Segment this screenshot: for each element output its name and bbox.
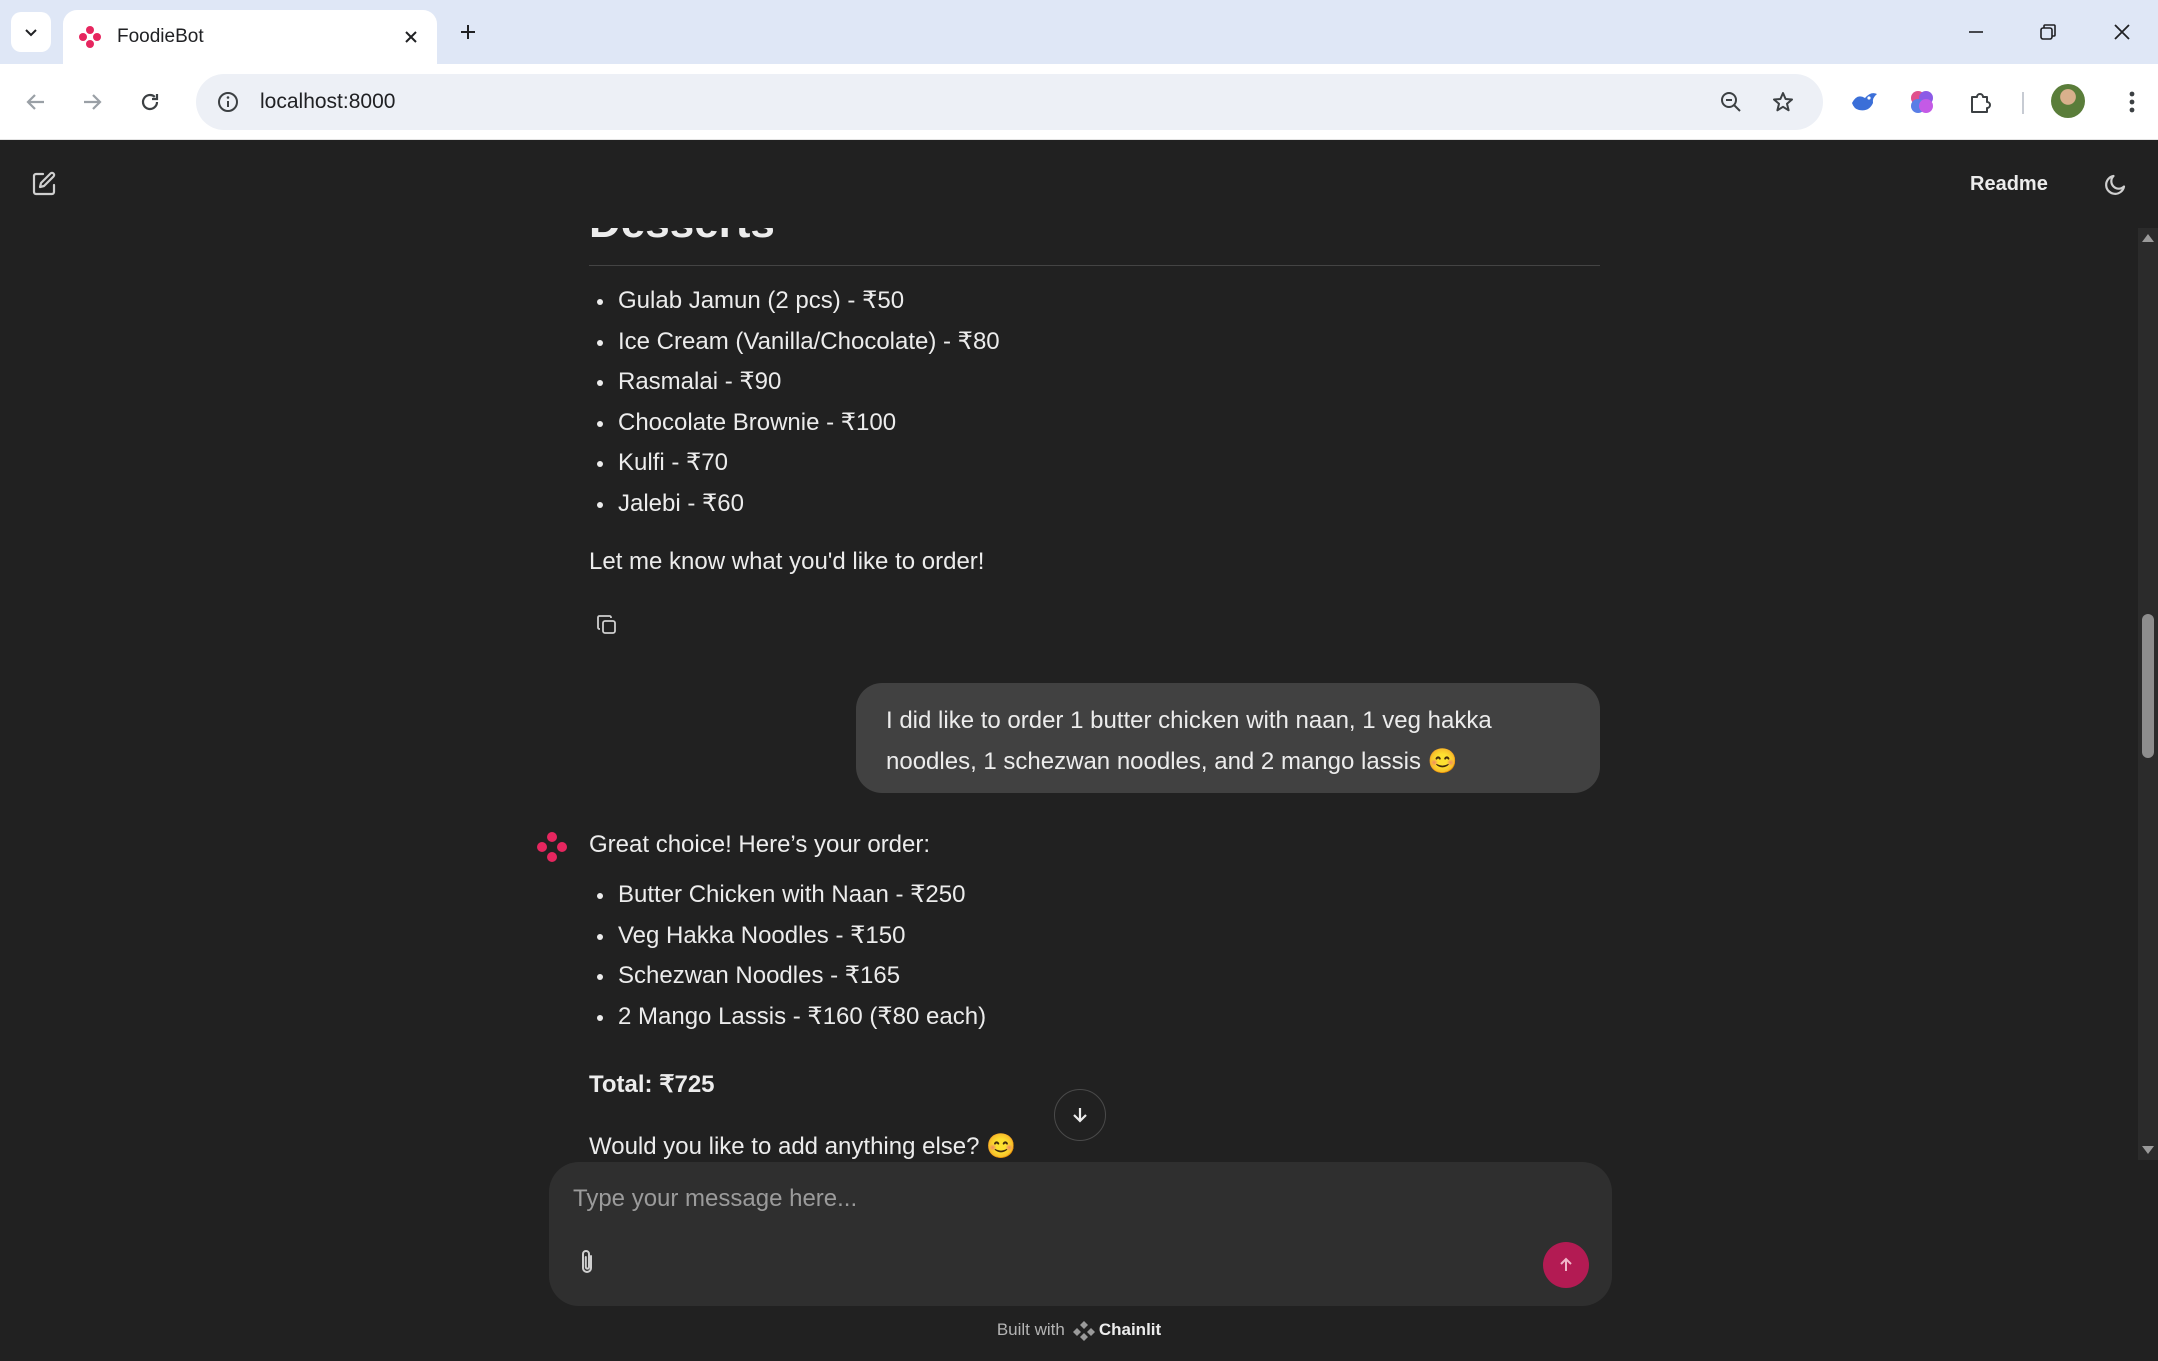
extensions-button[interactable] <box>1958 80 2002 124</box>
list-item: Ice Cream (Vanilla/Chocolate) - ₹80 <box>589 322 1000 363</box>
list-item: Jalebi - ₹60 <box>589 484 1000 525</box>
built-with-footer[interactable]: Built with Chainlit <box>0 1316 2158 1344</box>
moon-icon <box>2105 174 2126 195</box>
url-text[interactable]: localhost:8000 <box>260 90 1707 114</box>
site-info-button[interactable] <box>204 78 252 126</box>
attach-file-button[interactable] <box>565 1240 609 1284</box>
list-item: Rasmalai - ₹90 <box>589 362 1000 403</box>
message-composer <box>549 1162 1612 1306</box>
profile-avatar[interactable] <box>2051 84 2085 118</box>
browser-tab[interactable]: FoodieBot <box>63 10 437 64</box>
theme-toggle-button[interactable] <box>2096 164 2136 204</box>
brain-extension-icon <box>1911 91 1933 113</box>
new-chat-button[interactable] <box>24 164 64 204</box>
order-items-list: Butter Chicken with Naan - ₹250 Veg Hakk… <box>589 875 986 1037</box>
zoom-button[interactable] <box>1707 78 1755 126</box>
scroll-down-arrow[interactable] <box>2142 1146 2154 1154</box>
tab-title: FoodieBot <box>117 26 204 47</box>
chat-scrollbar[interactable] <box>2138 228 2158 1160</box>
list-item: Chocolate Brownie - ₹100 <box>589 403 1000 444</box>
arrow-right-icon <box>84 94 102 110</box>
tab-close-button[interactable] <box>393 19 429 55</box>
scroll-to-bottom-button[interactable] <box>1054 1089 1106 1141</box>
scrollbar-thumb[interactable] <box>2142 614 2154 758</box>
menu-closing-text: Let me know what you'd like to order! <box>589 548 985 575</box>
toolbar-divider <box>2022 92 2024 114</box>
bot-intro-text: Great choice! Here’s your order: <box>589 831 931 858</box>
bird-extension-icon <box>1852 93 1877 111</box>
minimize-button[interactable] <box>1946 8 2006 56</box>
restore-icon <box>2040 24 2056 40</box>
scroll-up-arrow[interactable] <box>2142 234 2154 242</box>
copy-message-button[interactable] <box>590 608 624 642</box>
arrow-up-icon <box>1560 1257 1572 1271</box>
list-item: Gulab Jamun (2 pcs) - ₹50 <box>589 281 1000 322</box>
star-icon <box>1773 92 1793 112</box>
minimize-icon <box>1969 31 1983 33</box>
chainlit-brand-text: Chainlit <box>1098 1320 1162 1339</box>
reload-button[interactable] <box>128 80 172 124</box>
heading-divider <box>589 265 1600 266</box>
message-input[interactable] <box>573 1182 1573 1216</box>
arrow-down-icon <box>1073 1108 1087 1123</box>
tab-search-button[interactable] <box>11 12 51 52</box>
restore-button[interactable] <box>2018 8 2078 56</box>
arrow-left-icon <box>26 94 44 110</box>
readme-button[interactable]: Readme <box>1970 166 2048 202</box>
chevron-down-icon <box>25 29 37 37</box>
foodiebot-favicon-icon <box>79 26 101 48</box>
puzzle-icon <box>1971 93 1991 113</box>
address-bar[interactable]: localhost:8000 <box>196 74 1823 130</box>
order-total: Total: ₹725 <box>589 1071 715 1098</box>
edit-icon <box>32 171 56 196</box>
extension-bird-button[interactable] <box>1842 80 1886 124</box>
list-item: Kulfi - ₹70 <box>589 443 1000 484</box>
plus-icon <box>461 25 475 39</box>
forward-button[interactable] <box>70 80 114 124</box>
copy-icon <box>597 615 616 634</box>
menu-section-heading: Desserts <box>589 228 775 248</box>
built-with-text: Built with <box>996 1320 1065 1339</box>
zoom-out-icon <box>1721 92 1741 112</box>
chainlit-logo-icon <box>1072 1321 1095 1341</box>
send-button[interactable] <box>1543 1242 1589 1288</box>
browser-menu-button[interactable] <box>2110 80 2154 124</box>
list-item: Butter Chicken with Naan - ₹250 <box>589 875 986 916</box>
paperclip-icon <box>582 1250 592 1273</box>
extension-brain-button[interactable] <box>1900 80 1944 124</box>
list-item: 2 Mango Lassis - ₹160 (₹80 each) <box>589 997 986 1038</box>
close-icon <box>2114 24 2130 40</box>
browser-toolbar: localhost:8000 <box>0 64 2158 140</box>
new-tab-button[interactable] <box>448 12 488 52</box>
user-message-bubble: I did like to order 1 butter chicken wit… <box>856 683 1600 793</box>
info-icon <box>218 92 238 112</box>
close-window-button[interactable] <box>2092 8 2152 56</box>
desserts-list: Gulab Jamun (2 pcs) - ₹50 Ice Cream (Van… <box>589 281 1000 524</box>
back-button[interactable] <box>14 80 58 124</box>
close-icon <box>405 31 417 43</box>
browser-tab-bar: FoodieBot <box>0 0 2158 64</box>
bookmark-button[interactable] <box>1759 78 1807 126</box>
list-item: Veg Hakka Noodles - ₹150 <box>589 916 986 957</box>
more-vertical-icon <box>2129 91 2135 113</box>
chat-messages-area[interactable]: Desserts Gulab Jamun (2 pcs) - ₹50 Ice C… <box>0 228 2138 1160</box>
follow-up-text: Would you like to add anything else? 😊 <box>589 1133 1017 1160</box>
reload-icon <box>141 93 159 111</box>
list-item: Schezwan Noodles - ₹165 <box>589 956 986 997</box>
bot-avatar-icon <box>537 832 567 862</box>
